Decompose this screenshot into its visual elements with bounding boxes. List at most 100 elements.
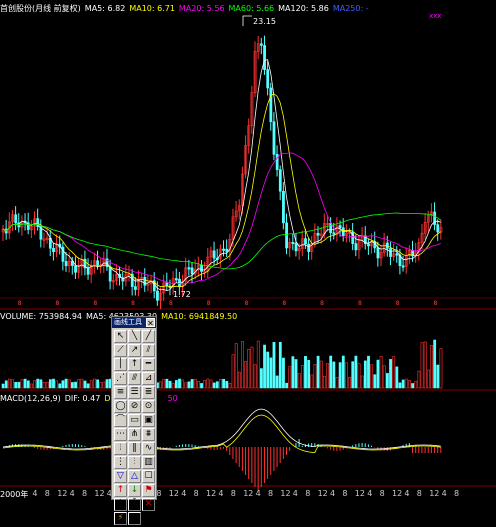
volume-bar	[55, 380, 59, 389]
peak-marker	[242, 15, 252, 26]
box-icon[interactable]: ☐	[142, 470, 155, 483]
up-arrow-icon[interactable]: ↑	[114, 484, 127, 497]
grid-icon[interactable]: ▥	[142, 456, 155, 469]
save-icon[interactable]: ▦	[128, 512, 141, 525]
vertical-line-icon[interactable]: │	[114, 358, 127, 371]
close-icon[interactable]: ✕	[146, 318, 155, 328]
volume-bar	[436, 364, 440, 389]
line-segment-icon[interactable]: ╲	[128, 330, 141, 343]
fan-lines-icon[interactable]: ⫶	[128, 456, 141, 469]
cycle-icon[interactable]: ⊘	[128, 400, 141, 413]
volume-bar	[417, 370, 421, 389]
circle-icon[interactable]: ◯	[114, 400, 127, 413]
arc-icon[interactable]: ⌒	[114, 414, 127, 427]
candle-body	[143, 277, 147, 286]
down-arrow-icon[interactable]: ↓	[128, 484, 141, 497]
volume-bar	[348, 376, 352, 389]
volume-bar	[411, 383, 415, 389]
volume-bar	[244, 361, 248, 389]
time-axis-label: 12	[392, 489, 403, 498]
high-price-label: 23.15	[253, 17, 276, 26]
volume-bar	[190, 379, 194, 389]
toolbox-titlebar[interactable]: 画线工具 ✕	[112, 317, 156, 328]
volume-bar	[433, 339, 437, 389]
volume-bar	[423, 341, 427, 389]
price-line-icon[interactable]: ━	[142, 358, 155, 371]
time-axis-label: 8	[342, 489, 348, 498]
candle-body	[436, 224, 440, 233]
candle-body	[225, 248, 229, 252]
volume-bar	[272, 342, 276, 389]
volume-bar	[345, 362, 348, 389]
time-axis-label: 4	[330, 489, 336, 498]
macd-title: MACD(12,26,9)	[0, 394, 61, 403]
hide-icon[interactable]: ⚡	[114, 512, 127, 525]
time-axis-label: 12	[317, 489, 328, 498]
volume-bar	[206, 378, 210, 389]
parallel-line-icon[interactable]: ⫽	[142, 344, 155, 357]
regression-icon[interactable]: ⊿	[142, 372, 155, 385]
volume-bar	[439, 348, 443, 389]
resistance-icon[interactable]: ⩩	[142, 428, 155, 441]
ma5-line	[2, 59, 441, 292]
candle-body	[174, 278, 178, 281]
candle-body	[291, 241, 295, 245]
candle-body	[86, 267, 90, 275]
horizontal-line-icon[interactable]: ↑	[128, 358, 141, 371]
volume-bar	[316, 355, 320, 389]
arrow-line-icon[interactable]: ↗	[128, 344, 141, 357]
split-marker: 8	[169, 300, 173, 307]
bars-pattern-icon[interactable]: ‖	[128, 442, 141, 455]
rectangle-icon[interactable]: ▭	[128, 414, 141, 427]
flag-icon[interactable]: ⚑	[142, 484, 155, 497]
trend-channel-icon[interactable]: ⫻	[128, 372, 141, 385]
candle-body	[332, 232, 336, 235]
volume-bar	[282, 357, 285, 389]
volume-bar	[297, 373, 301, 389]
gann-fan-icon[interactable]: ⋔	[128, 428, 141, 441]
channel-icon[interactable]: ⋰	[114, 372, 127, 385]
candle-body	[376, 247, 380, 259]
straight-line-icon[interactable]: ⟋	[114, 344, 127, 357]
triangle-icon[interactable]: ▽	[114, 470, 127, 483]
split-marker: 8	[93, 300, 97, 307]
volume-bar	[20, 379, 24, 389]
ray-line-icon[interactable]: ╱	[142, 330, 155, 343]
ma120-readout: MA120: 5.86	[278, 4, 329, 13]
ma60-readout: MA60: 5.66	[228, 4, 275, 13]
kline-chart[interactable]: 8 8 8 8 8 8 8 8 8 8 8 8	[0, 0, 496, 500]
volume-bar	[338, 362, 342, 389]
volume-bar	[184, 382, 188, 389]
fibonacci-icon[interactable]: ≡	[114, 386, 127, 399]
time-axis-label: 8	[230, 489, 236, 498]
wave-icon[interactable]: ∿	[142, 442, 155, 455]
cursor-icon[interactable]: ↖	[114, 330, 127, 343]
candle-body	[269, 87, 273, 123]
ma20-readout: MA20: 5.56	[178, 4, 225, 13]
speed-line-icon[interactable]: ⋯	[114, 428, 127, 441]
gann-icon[interactable]: ☰	[128, 386, 141, 399]
ellipse-icon[interactable]: ⊙	[142, 400, 155, 413]
volume-bar	[181, 379, 185, 389]
time-zone-icon[interactable]: ⦙	[114, 442, 127, 455]
volume-bar	[39, 379, 43, 389]
split-marker: 8	[358, 300, 362, 307]
stock-name: 首创股份(月线 前复权)	[0, 4, 81, 13]
volume-bar	[376, 359, 380, 389]
square-icon[interactable]: ▣	[142, 414, 155, 427]
time-axis-label: 4	[367, 489, 373, 498]
volume-bar	[228, 383, 232, 389]
volume-bar	[80, 378, 84, 389]
up-triangle-icon[interactable]: △	[128, 470, 141, 483]
candle-body	[275, 153, 279, 170]
golden-ratio-icon[interactable]: ≣	[142, 386, 155, 399]
dif-line	[2, 408, 441, 450]
volume-bar	[162, 379, 166, 389]
time-axis-label: 2000年	[0, 490, 29, 499]
drawing-toolbox[interactable]: 画线工具 ✕ ↖ ╲ ╱ ⟋ ↗ ⫽ │ ↑ ━ ⋰ ⫻ ⊿ ≡ ☰ ≣ ◯ ⊘ ⊙ ⌒ ▭ ▣ ⋯ ⋔ ⩩ ⦙ ‖ ∿ ⋮ ⫶ ▥ ▽ △ ☐…	[111, 316, 157, 525]
volume-bar	[174, 380, 178, 389]
volume-bar	[203, 380, 207, 389]
volume-bar	[33, 380, 37, 389]
volume-bar	[17, 381, 21, 389]
period-icon[interactable]: ⋮	[114, 456, 127, 469]
